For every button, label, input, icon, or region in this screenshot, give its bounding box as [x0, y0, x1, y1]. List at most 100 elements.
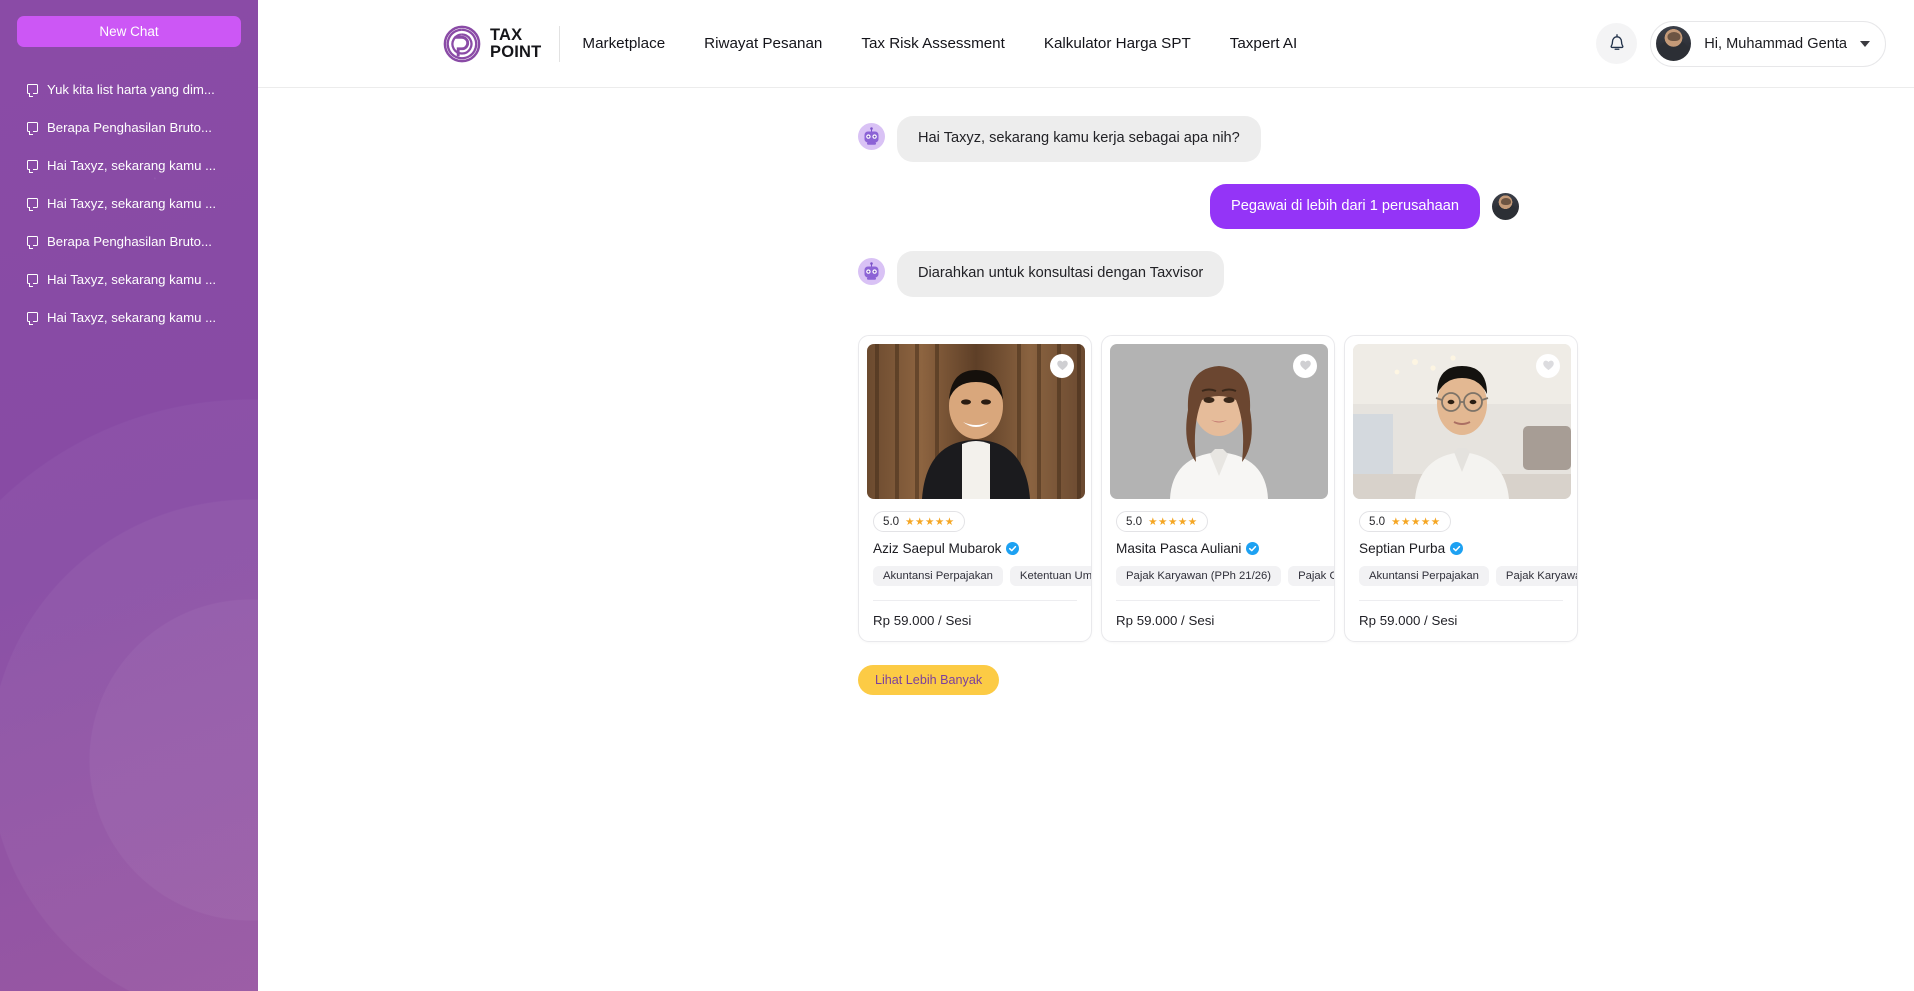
- new-chat-button[interactable]: New Chat: [17, 16, 241, 47]
- message-icon: [27, 160, 38, 173]
- consultant-card[interactable]: 5.0 ★★★★★ Masita Pasca Auliani Pajak Kar…: [1101, 335, 1335, 643]
- consultant-card-body: 5.0 ★★★★★ Aziz Saepul Mubarok Akuntansi …: [867, 499, 1091, 641]
- taxpoint-spiral-logo-icon: [443, 25, 481, 63]
- chat-history-item-label: Berapa Penghasilan Bruto...: [47, 119, 212, 135]
- chat-message-bot: Diarahkan untuk konsultasi dengan Taxvis…: [258, 251, 1914, 298]
- chat-history-item-label: Yuk kita list harta yang dim...: [47, 81, 215, 97]
- rating-value: 5.0: [883, 515, 900, 529]
- chat-message-user: Pegawai di lebih dari 1 perusahaan: [258, 183, 1914, 230]
- chat-history-item-label: Hai Taxyz, sekarang kamu ...: [47, 309, 217, 325]
- header-divider: [559, 25, 561, 62]
- robot-avatar-icon: [858, 123, 885, 150]
- chat-history-item-label: Hai Taxyz, sekarang kamu ...: [47, 271, 217, 287]
- consultant-photo: [1110, 344, 1328, 500]
- rating-stars: ★★★★★: [905, 515, 955, 528]
- chevron-down-icon: [1860, 40, 1870, 47]
- consultant-price: Rp 59.000 / Sesi: [1359, 613, 1458, 629]
- nav-item-tax-risk-assessment[interactable]: Tax Risk Assessment: [861, 35, 1004, 52]
- user-message-bubble: Pegawai di lebih dari 1 perusahaan: [1210, 183, 1480, 230]
- consultant-photo: [867, 344, 1085, 500]
- consultant-name: Masita Pasca Auliani: [1116, 541, 1242, 557]
- logo-line-2: POINT: [490, 42, 542, 61]
- message-icon: [27, 274, 38, 287]
- consultant-card-body: 5.0 ★★★★★ Masita Pasca Auliani Pajak Kar…: [1110, 499, 1334, 641]
- main-content: TAX POINT Marketplace Riwayat Pesanan Ta…: [258, 0, 1914, 991]
- consultant-tag: Pajak Karyawan (: [1495, 566, 1577, 587]
- consultant-price: Rp 59.000 / Sesi: [873, 613, 972, 629]
- consultant-tag: Ketentuan Umum: [1009, 566, 1091, 587]
- chat-history-item[interactable]: Hai Taxyz, sekarang kamu ...: [0, 184, 258, 222]
- avatar: [1656, 26, 1692, 61]
- notification-button[interactable]: [1596, 23, 1638, 64]
- consultant-name-row: Masita Pasca Auliani: [1116, 541, 1320, 556]
- rating-value: 5.0: [1126, 515, 1143, 529]
- nav-item-riwayat-pesanan[interactable]: Riwayat Pesanan: [704, 35, 822, 52]
- message-icon: [27, 122, 38, 135]
- message-icon: [27, 84, 38, 97]
- nav-item-taxpert-ai[interactable]: Taxpert AI: [1230, 35, 1298, 52]
- app-root: New Chat Yuk kita list harta yang dim...…: [0, 0, 1914, 991]
- message-icon: [27, 198, 38, 211]
- avatar: [1492, 192, 1519, 220]
- message-icon: [27, 312, 38, 325]
- consultant-name: Septian Purba: [1359, 541, 1446, 557]
- consultant-cards: 5.0 ★★★★★ Aziz Saepul Mubarok Akuntansi …: [258, 335, 1914, 643]
- favorite-heart-button[interactable]: [1050, 354, 1074, 379]
- sidebar: New Chat Yuk kita list harta yang dim...…: [0, 0, 258, 991]
- consultant-tag: Akuntansi Perpajakan: [873, 566, 1003, 587]
- bot-message-bubble: Diarahkan untuk konsultasi dengan Taxvis…: [897, 251, 1225, 298]
- chat-history-item-label: Hai Taxyz, sekarang kamu ...: [47, 157, 217, 173]
- consultant-photo: [1353, 344, 1571, 500]
- chat-history-item[interactable]: Berapa Penghasilan Bruto...: [0, 108, 258, 146]
- nav-item-marketplace[interactable]: Marketplace: [582, 35, 665, 52]
- chat-history-item[interactable]: Hai Taxyz, sekarang kamu ...: [0, 298, 258, 336]
- consultant-name-row: Aziz Saepul Mubarok: [873, 541, 1077, 556]
- verified-badge-icon: [1246, 542, 1260, 556]
- robot-avatar-icon: [858, 258, 885, 286]
- consultant-tags: Akuntansi Perpajakan Ketentuan Umum: [873, 566, 1091, 587]
- brand-logo[interactable]: TAX POINT: [443, 25, 541, 63]
- chat-history-item[interactable]: Hai Taxyz, sekarang kamu ...: [0, 146, 258, 184]
- rating-stars: ★★★★★: [1391, 515, 1441, 528]
- heart-icon: [1542, 359, 1555, 374]
- chat-history-item[interactable]: Yuk kita list harta yang dim...: [0, 70, 258, 108]
- rating-badge: 5.0 ★★★★★: [1359, 511, 1451, 533]
- favorite-heart-button[interactable]: [1293, 354, 1317, 379]
- top-header: TAX POINT Marketplace Riwayat Pesanan Ta…: [258, 0, 1914, 88]
- consultant-tags: Pajak Karyawan (PPh 21/26) Pajak Oran: [1116, 566, 1334, 587]
- rating-stars: ★★★★★: [1148, 515, 1198, 528]
- chat-area: Hai Taxyz, sekarang kamu kerja sebagai a…: [258, 88, 1914, 991]
- consultant-card-body: 5.0 ★★★★★ Septian Purba Akuntansi Perpaj…: [1353, 499, 1577, 641]
- consultant-tags: Akuntansi Perpajakan Pajak Karyawan (: [1359, 566, 1577, 587]
- show-more-button[interactable]: Lihat Lebih Banyak: [858, 665, 1000, 696]
- chat-history-item[interactable]: Hai Taxyz, sekarang kamu ...: [0, 260, 258, 298]
- verified-badge-icon: [1450, 542, 1464, 556]
- heart-icon: [1299, 359, 1312, 374]
- logo-text: TAX POINT: [490, 27, 542, 61]
- main-nav: Marketplace Riwayat Pesanan Tax Risk Ass…: [582, 35, 1297, 52]
- rating-badge: 5.0 ★★★★★: [873, 511, 965, 533]
- nav-item-kalkulator-harga-spt[interactable]: Kalkulator Harga SPT: [1044, 35, 1191, 52]
- consultant-name: Aziz Saepul Mubarok: [873, 541, 1002, 557]
- consultant-tag: Pajak Karyawan (PPh 21/26): [1116, 566, 1282, 587]
- consultant-tag: Pajak Oran: [1288, 566, 1334, 587]
- chat-history-item-label: Hai Taxyz, sekarang kamu ...: [47, 195, 217, 211]
- consultant-card[interactable]: 5.0 ★★★★★ Aziz Saepul Mubarok Akuntansi …: [858, 335, 1092, 643]
- chat-message-bot: Hai Taxyz, sekarang kamu kerja sebagai a…: [258, 116, 1914, 162]
- verified-badge-icon: [1006, 542, 1020, 556]
- chat-history-list: Yuk kita list harta yang dim... Berapa P…: [0, 70, 258, 336]
- heart-icon: [1056, 359, 1069, 374]
- consultant-card[interactable]: 5.0 ★★★★★ Septian Purba Akuntansi Perpaj…: [1344, 335, 1578, 643]
- consultant-tag: Akuntansi Perpajakan: [1359, 566, 1489, 587]
- chat-history-item[interactable]: Berapa Penghasilan Bruto...: [0, 222, 258, 260]
- bot-message-bubble: Hai Taxyz, sekarang kamu kerja sebagai a…: [897, 116, 1261, 162]
- rating-badge: 5.0 ★★★★★: [1116, 511, 1208, 533]
- favorite-heart-button[interactable]: [1536, 354, 1560, 379]
- header-actions: Hi, Muhammad Genta: [1596, 20, 1886, 67]
- chat-history-item-label: Berapa Penghasilan Bruto...: [47, 233, 212, 249]
- rating-value: 5.0: [1369, 515, 1386, 529]
- consultant-price: Rp 59.000 / Sesi: [1116, 613, 1215, 629]
- user-greeting: Hi, Muhammad Genta: [1704, 35, 1847, 52]
- consultant-name-row: Septian Purba: [1359, 541, 1563, 556]
- user-menu[interactable]: Hi, Muhammad Genta: [1650, 20, 1886, 67]
